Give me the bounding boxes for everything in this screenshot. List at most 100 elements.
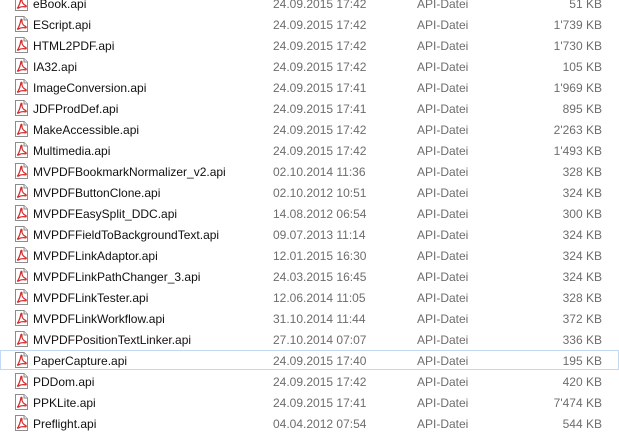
file-date-modified: 24.09.2015 17:41: [273, 102, 367, 116]
file-row[interactable]: EScript.api 24.09.2015 17:42 API-Datei 1…: [0, 14, 619, 34]
file-type: API-Datei: [417, 18, 469, 32]
file-name: MakeAccessible.api: [33, 123, 140, 137]
pdf-file-icon: [14, 226, 29, 242]
file-row[interactable]: MVPDFPositionTextLinker.api 27.10.2014 0…: [0, 329, 619, 349]
file-date-modified: 24.09.2015 17:42: [273, 60, 367, 74]
pdf-file-icon: [14, 184, 29, 200]
file-row[interactable]: MVPDFEasySplit_DDC.api 14.08.2012 06:54 …: [0, 203, 619, 223]
file-date-modified: 02.10.2014 11:36: [273, 165, 366, 179]
file-size: 324 KB: [562, 228, 602, 242]
file-type: API-Datei: [417, 333, 469, 347]
file-size: 300 KB: [562, 207, 602, 221]
file-name: MVPDFEasySplit_DDC.api: [33, 207, 178, 221]
file-date-modified: 24.09.2015 17:41: [273, 396, 367, 410]
file-type: API-Datei: [417, 207, 469, 221]
file-size: 1'493 KB: [553, 144, 602, 158]
file-size: 1'730 KB: [553, 39, 602, 53]
file-size: 7'474 KB: [553, 396, 602, 410]
file-size: 324 KB: [562, 270, 602, 284]
file-name: MVPDFBookmarkNormalizer_v2.api: [33, 165, 226, 179]
file-type: API-Datei: [417, 249, 469, 263]
file-type: API-Datei: [417, 144, 469, 158]
file-type: API-Datei: [417, 375, 469, 389]
pdf-file-icon: [14, 205, 29, 221]
file-date-modified: 12.06.2014 11:05: [273, 291, 366, 305]
file-row[interactable]: MVPDFButtonClone.api 02.10.2012 10:51 AP…: [0, 182, 619, 202]
file-date-modified: 14.08.2012 06:54: [273, 207, 367, 221]
file-type: API-Datei: [417, 123, 469, 137]
file-size: 2'263 KB: [553, 123, 602, 137]
file-date-modified: 24.09.2015 17:42: [273, 0, 367, 11]
file-name: MVPDFLinkAdaptor.api: [33, 249, 158, 263]
pdf-file-icon: [14, 331, 29, 347]
file-name: IA32.api: [33, 60, 78, 74]
file-row[interactable]: PDDom.api 24.09.2015 17:42 API-Datei 420…: [0, 371, 619, 391]
file-name: eBook.api: [33, 0, 87, 11]
pdf-file-icon: [14, 16, 29, 32]
file-size: 895 KB: [562, 102, 602, 116]
file-row[interactable]: Multimedia.api 24.09.2015 17:42 API-Date…: [0, 140, 619, 160]
file-date-modified: 24.03.2015 16:45: [273, 270, 367, 284]
file-type: API-Datei: [417, 312, 469, 326]
pdf-file-icon: [14, 268, 29, 284]
file-date-modified: 09.07.2013 11:14: [273, 228, 366, 242]
file-name: ImageConversion.api: [33, 81, 147, 95]
file-name: HTML2PDF.api: [33, 39, 115, 53]
file-type: API-Datei: [417, 228, 469, 242]
file-date-modified: 02.10.2012 10:51: [273, 186, 367, 200]
file-row[interactable]: PPKLite.api 24.09.2015 17:41 API-Datei 7…: [0, 392, 619, 412]
file-name: EScript.api: [33, 18, 92, 32]
file-name: PaperCapture.api: [33, 354, 128, 368]
file-type: API-Datei: [417, 186, 469, 200]
file-name: MVPDFLinkWorkflow.api: [33, 312, 165, 326]
file-type: API-Datei: [417, 270, 469, 284]
file-name: MVPDFLinkTester.api: [33, 291, 149, 305]
file-type: API-Datei: [417, 291, 469, 305]
file-name: PDDom.api: [33, 375, 95, 389]
file-size: 51 KB: [569, 0, 602, 11]
pdf-file-icon: [14, 100, 29, 116]
file-type: API-Datei: [417, 60, 469, 74]
file-row[interactable]: JDFProdDef.api 24.09.2015 17:41 API-Date…: [0, 98, 619, 118]
pdf-file-icon: [14, 121, 29, 137]
file-row[interactable]: ImageConversion.api 24.09.2015 17:41 API…: [0, 77, 619, 97]
file-type: API-Datei: [417, 102, 469, 116]
file-size: 105 KB: [562, 60, 602, 74]
file-row[interactable]: IA32.api 24.09.2015 17:42 API-Datei 105 …: [0, 56, 619, 76]
pdf-file-icon: [14, 79, 29, 95]
file-date-modified: 24.09.2015 17:41: [273, 81, 367, 95]
file-type: API-Datei: [417, 396, 469, 410]
file-date-modified: 24.09.2015 17:42: [273, 39, 367, 53]
pdf-file-icon: [14, 394, 29, 410]
file-row[interactable]: MVPDFLinkAdaptor.api 12.01.2015 16:30 AP…: [0, 245, 619, 265]
file-row[interactable]: PaperCapture.api 24.09.2015 17:40 API-Da…: [0, 350, 619, 370]
file-type: API-Datei: [417, 81, 469, 95]
file-date-modified: 24.09.2015 17:42: [273, 123, 367, 137]
file-row[interactable]: MVPDFFieldToBackgroundText.api 09.07.201…: [0, 224, 619, 244]
file-row[interactable]: MVPDFLinkTester.api 12.06.2014 11:05 API…: [0, 287, 619, 307]
file-row[interactable]: eBook.api 24.09.2015 17:42 API-Datei 51 …: [0, 0, 619, 13]
file-row[interactable]: MVPDFBookmarkNormalizer_v2.api 02.10.201…: [0, 161, 619, 181]
pdf-file-icon: [14, 58, 29, 74]
file-list: eBook.api 24.09.2015 17:42 API-Datei 51 …: [0, 0, 619, 434]
file-name: MVPDFPositionTextLinker.api: [33, 333, 192, 347]
file-date-modified: 24.09.2015 17:40: [273, 354, 367, 368]
pdf-file-icon: [14, 310, 29, 326]
file-size: 420 KB: [562, 375, 602, 389]
pdf-file-icon: [14, 289, 29, 305]
file-date-modified: 31.10.2014 11:44: [273, 312, 366, 326]
file-row[interactable]: HTML2PDF.api 24.09.2015 17:42 API-Datei …: [0, 35, 619, 55]
file-size: 1'969 KB: [553, 81, 602, 95]
file-row[interactable]: Preflight.api 04.04.2012 07:54 API-Datei…: [0, 413, 619, 433]
file-row[interactable]: MVPDFLinkWorkflow.api 31.10.2014 11:44 A…: [0, 308, 619, 328]
pdf-file-icon: [14, 373, 29, 389]
file-size: 328 KB: [562, 291, 602, 305]
file-row[interactable]: MakeAccessible.api 24.09.2015 17:42 API-…: [0, 119, 619, 139]
file-size: 1'739 KB: [553, 18, 602, 32]
pdf-file-icon: [14, 142, 29, 158]
file-size: 328 KB: [562, 165, 602, 179]
file-size: 336 KB: [562, 333, 602, 347]
file-row[interactable]: MVPDFLinkPathChanger_3.api 24.03.2015 16…: [0, 266, 619, 286]
file-date-modified: 27.10.2014 07:07: [273, 333, 367, 347]
file-type: API-Datei: [417, 0, 469, 11]
